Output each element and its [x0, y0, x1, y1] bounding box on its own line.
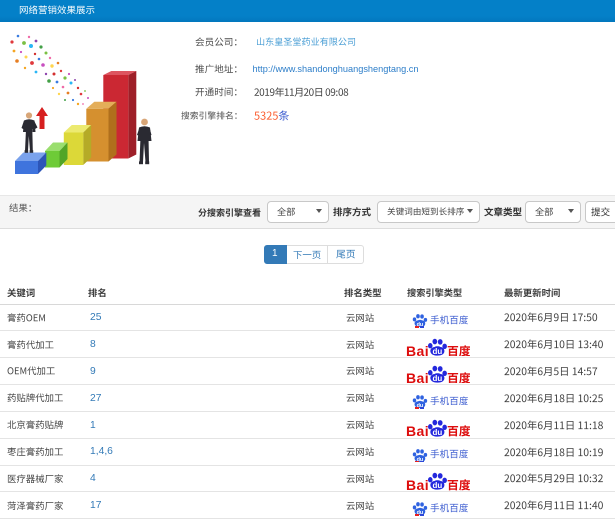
svg-text:du: du: [433, 481, 443, 490]
svg-text:du: du: [433, 347, 443, 356]
svg-text:du: du: [433, 427, 443, 436]
svg-text:du: du: [433, 374, 443, 383]
